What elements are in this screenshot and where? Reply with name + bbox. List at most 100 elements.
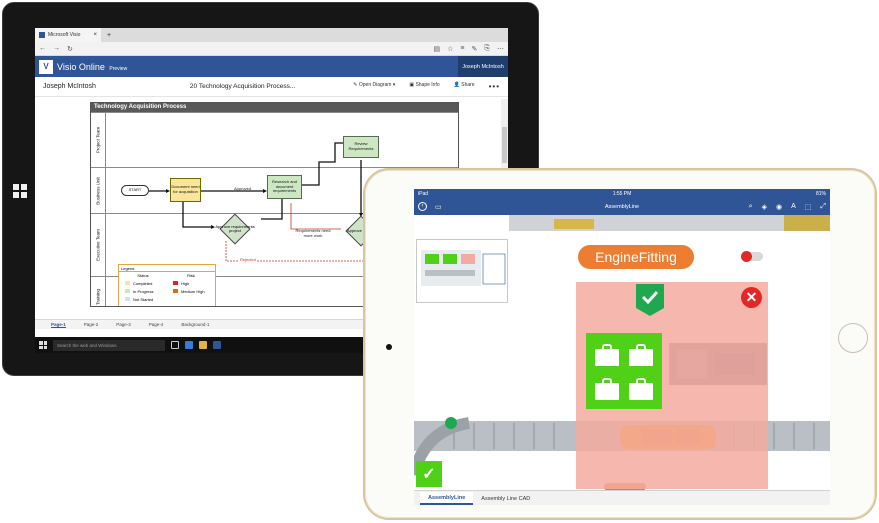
status-toggle[interactable] [741, 251, 763, 262]
bag-icon [592, 339, 622, 369]
thumbnail-preview [421, 250, 506, 286]
search-icon[interactable]: ⌕ [749, 203, 753, 211]
share-browser-icon[interactable]: ⎘ [484, 45, 490, 53]
ipad-screen: iPad 1:55 PM 81% ‹ ▭ AssemblyLine ⌕ ◈ ◉ … [414, 189, 830, 505]
task-view-icon[interactable] [171, 341, 179, 349]
scrollbar-thumb[interactable] [502, 127, 507, 163]
rejected-label: Rejected [239, 257, 257, 263]
fit-icon[interactable]: ⬚ [805, 203, 812, 211]
visio-logo-icon: V [39, 59, 53, 74]
layers-icon[interactable]: ◈ [762, 203, 767, 211]
browser-nav-bar: ← → ↻ ▤ ☆ ≡ ✎ ⎘ ⋯ [35, 42, 508, 56]
note-icon[interactable]: ✎ [472, 45, 478, 53]
page-tab-strip: AssemblyLine Assembly Line CAD [414, 490, 830, 505]
file-explorer-icon[interactable] [199, 341, 207, 349]
status-swatch [125, 297, 130, 301]
share-label: Share [461, 82, 475, 88]
status-carrier: iPad [418, 190, 429, 197]
forward-icon[interactable]: → [53, 45, 60, 52]
approve-requirements-decision[interactable]: Approve requirements project [215, 213, 255, 245]
bag-icon [626, 373, 656, 403]
back-icon[interactable]: ‹ [418, 202, 427, 211]
check-banner-icon [636, 284, 664, 316]
doc-owner: Joseph McIntosh [43, 83, 96, 90]
open-diagram-button[interactable]: ✎ Open Diagram ▾ [353, 82, 395, 91]
engine-fitting-label[interactable]: EngineFitting [578, 245, 694, 269]
status-item: Not Started [133, 296, 154, 302]
edge-icon[interactable] [185, 341, 193, 349]
hub-icon[interactable]: ≡ [460, 45, 464, 53]
requirements-more-work-label: Requirements need more work [295, 228, 331, 238]
ios-status-bar: iPad 1:55 PM 81% [414, 189, 830, 198]
browser-tab-title: Microsoft Visio [48, 32, 81, 38]
shape-info-button[interactable]: ▣ Shape Info [409, 82, 439, 91]
document-icon[interactable]: ▭ [435, 203, 442, 211]
status-swatch [125, 281, 130, 285]
close-tab-icon[interactable]: × [93, 32, 97, 38]
review-requirements-shape[interactable]: Review Requirements [343, 136, 379, 158]
page-thumbnail[interactable] [416, 239, 508, 303]
flag-icon [173, 281, 178, 285]
research-requirements-shape[interactable]: Research and document requirements [267, 175, 302, 199]
shape-info-label: Shape Info [415, 82, 440, 88]
start-shape[interactable]: START [121, 185, 149, 196]
camera-icon [386, 344, 392, 350]
station-check-icon: ✓ [416, 461, 442, 487]
windows-logo-icon [13, 184, 27, 198]
visio-icon [39, 32, 45, 38]
ipad-tablet: iPad 1:55 PM 81% ‹ ▭ AssemblyLine ⌕ ◈ ◉ … [363, 168, 877, 520]
legend: Legend Status Risk Completed High In Pro… [118, 264, 216, 306]
app-name: Visio Online [57, 61, 105, 72]
bag-icon [592, 373, 622, 403]
status-item: Completed [133, 280, 153, 286]
taskbar-search[interactable]: Search the web and Windows [53, 339, 165, 351]
fullscreen-icon[interactable]: ⤢ [820, 203, 826, 211]
doc-name[interactable]: 20 Technology Acquisition Process... [190, 83, 295, 90]
tab-assembly-line-cad[interactable]: Assembly Line CAD [473, 492, 538, 505]
back-icon[interactable]: ← [39, 45, 46, 52]
product-showcase: Microsoft Visio × + ← → ↻ ▤ ☆ ≡ ✎ ⎘ ⋯ V … [0, 0, 879, 523]
favorite-icon[interactable]: ☆ [447, 45, 453, 53]
risk-item: Medium High [181, 288, 205, 294]
tab-assemblyline[interactable]: AssemblyLine [420, 492, 474, 505]
document-need-shape[interactable]: Document need for acquisition [170, 178, 201, 202]
page-tab[interactable]: Page-1 [51, 322, 66, 328]
decision-label: Approve requirements project [215, 223, 255, 233]
parts-bin[interactable] [586, 333, 662, 409]
doc-title: AssemblyLine [604, 203, 640, 210]
app-toolbar: ‹ ▭ AssemblyLine ⌕ ◈ ◉ A ⬚ ⤢ [414, 198, 830, 215]
more-options-icon[interactable]: ••• [489, 82, 500, 91]
legend-title: Legend [119, 265, 215, 272]
status-time: 1:55 PM [612, 190, 632, 197]
view-icon[interactable]: ◉ [776, 203, 782, 211]
visio-taskbar-icon[interactable] [213, 341, 221, 349]
text-size-icon[interactable]: A [791, 203, 796, 211]
status-battery: 81% [815, 190, 826, 197]
browser-tab-strip: Microsoft Visio × + [35, 28, 508, 42]
new-tab-icon[interactable]: + [107, 32, 111, 39]
assembly-canvas[interactable]: EngineFitting ✕ ✓ [414, 215, 830, 490]
refresh-icon[interactable]: ↻ [67, 45, 73, 53]
page-tab[interactable]: Page-3 [116, 322, 131, 327]
browser-tab[interactable]: Microsoft Visio × [35, 28, 101, 42]
open-diagram-label: Open Diagram [358, 82, 392, 88]
page-tab[interactable]: Page-2 [84, 322, 99, 327]
flag-icon [173, 289, 178, 293]
reading-view-icon[interactable]: ▤ [434, 45, 441, 53]
more-browser-icon[interactable]: ⋯ [497, 45, 504, 53]
page-tab[interactable]: Page-4 [149, 322, 164, 327]
app-badge: Preview [109, 65, 128, 72]
share-button[interactable]: 👤 Share [454, 82, 475, 91]
page-tab[interactable]: Background-1 [181, 322, 209, 327]
error-x-icon[interactable]: ✕ [741, 287, 762, 308]
status-swatch [125, 289, 130, 293]
start-button-icon[interactable] [39, 341, 47, 349]
legend-risk-header: Risk [187, 273, 195, 278]
home-button[interactable] [838, 323, 868, 353]
app-title: Visio Online Preview [57, 62, 127, 72]
toggle-knob [741, 251, 752, 262]
legend-status-header: Status [137, 273, 149, 278]
header-user[interactable]: Joseph McIntosh [458, 56, 508, 77]
status-item: In Progress [133, 288, 154, 294]
approved-label: Approved [234, 186, 252, 191]
